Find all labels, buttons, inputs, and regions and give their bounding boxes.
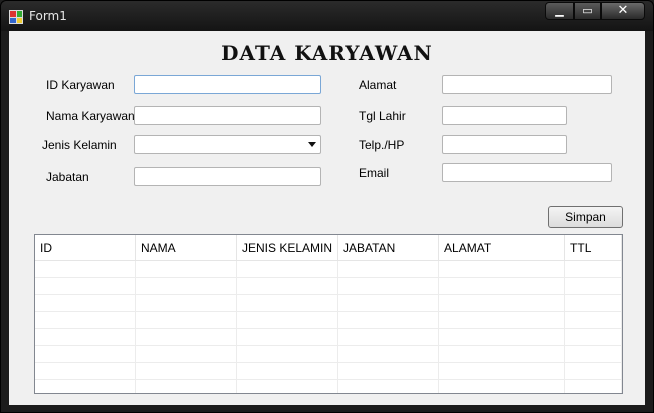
column-header-id[interactable]: ID xyxy=(35,235,136,261)
table-cell[interactable] xyxy=(564,328,622,346)
grid-header-row: ID NAMA JENIS KELAMIN JABATAN ALAMAT TTL xyxy=(35,235,622,261)
data-grid[interactable]: ID NAMA JENIS KELAMIN JABATAN ALAMAT TTL xyxy=(34,234,623,394)
minimize-button[interactable]: ▁ xyxy=(545,2,574,20)
close-button[interactable]: ✕ xyxy=(601,2,645,20)
simpan-button[interactable]: Simpan xyxy=(548,206,623,228)
table-cell[interactable] xyxy=(135,379,237,393)
table-cell[interactable] xyxy=(337,379,440,393)
table-row[interactable] xyxy=(35,345,622,363)
table-cell[interactable] xyxy=(135,328,237,346)
table-cell[interactable] xyxy=(236,345,339,363)
table-cell[interactable] xyxy=(236,311,339,329)
table-cell[interactable] xyxy=(35,345,136,363)
nama-karyawan-input[interactable] xyxy=(134,106,321,125)
table-cell[interactable] xyxy=(35,362,136,380)
table-row[interactable] xyxy=(35,362,622,380)
form1-window: Form1 ▁ ▭ ✕ DATA KARYAWAN ID Karyawan Na… xyxy=(0,0,654,413)
table-cell[interactable] xyxy=(337,277,440,295)
app-icon xyxy=(9,10,23,24)
window-title: Form1 xyxy=(29,9,67,23)
form-client-area: DATA KARYAWAN ID Karyawan Nama Karyawan … xyxy=(9,31,645,405)
table-cell[interactable] xyxy=(135,260,237,278)
table-cell[interactable] xyxy=(337,345,440,363)
table-cell[interactable] xyxy=(564,277,622,295)
email-input[interactable] xyxy=(442,163,612,182)
telp-label: Telp./HP xyxy=(359,138,405,152)
title-bar[interactable]: Form1 ▁ ▭ ✕ xyxy=(1,1,653,31)
table-cell[interactable] xyxy=(564,379,622,393)
table-cell[interactable] xyxy=(438,328,566,346)
alamat-input[interactable] xyxy=(442,75,612,94)
column-header-ttl[interactable]: TTL xyxy=(564,235,622,261)
jabatan-label: Jabatan xyxy=(46,170,89,184)
nama-karyawan-label: Nama Karyawan xyxy=(46,109,135,123)
page-title: DATA KARYAWAN xyxy=(221,41,433,65)
tgl-lahir-input[interactable] xyxy=(442,106,567,125)
table-cell[interactable] xyxy=(438,260,566,278)
table-cell[interactable] xyxy=(438,277,566,295)
alamat-label: Alamat xyxy=(359,78,397,92)
table-cell[interactable] xyxy=(135,277,237,295)
jenis-kelamin-label: Jenis Kelamin xyxy=(42,138,117,152)
table-cell[interactable] xyxy=(236,277,339,295)
column-header-jenis-kelamin[interactable]: JENIS KELAMIN xyxy=(236,235,339,261)
table-cell[interactable] xyxy=(564,311,622,329)
table-cell[interactable] xyxy=(35,328,136,346)
grid-body xyxy=(35,260,622,393)
table-cell[interactable] xyxy=(438,294,566,312)
table-cell[interactable] xyxy=(236,328,339,346)
column-header-jabatan[interactable]: JABATAN xyxy=(337,235,440,261)
table-cell[interactable] xyxy=(35,260,136,278)
table-row[interactable] xyxy=(35,260,622,278)
email-label: Email xyxy=(359,166,390,180)
chevron-down-icon[interactable] xyxy=(308,142,316,147)
jabatan-input[interactable] xyxy=(134,167,321,186)
table-row[interactable] xyxy=(35,328,622,346)
table-cell[interactable] xyxy=(564,362,622,380)
table-cell[interactable] xyxy=(337,362,440,380)
table-cell[interactable] xyxy=(564,345,622,363)
table-cell[interactable] xyxy=(35,294,136,312)
table-cell[interactable] xyxy=(564,294,622,312)
table-cell[interactable] xyxy=(337,328,440,346)
table-cell[interactable] xyxy=(337,260,440,278)
table-cell[interactable] xyxy=(337,294,440,312)
table-cell[interactable] xyxy=(438,345,566,363)
table-cell[interactable] xyxy=(135,294,237,312)
jenis-kelamin-dropdown[interactable] xyxy=(134,135,321,154)
table-cell[interactable] xyxy=(135,311,237,329)
id-karyawan-input[interactable] xyxy=(134,75,321,94)
table-row[interactable] xyxy=(35,311,622,329)
table-cell[interactable] xyxy=(35,311,136,329)
table-row[interactable] xyxy=(35,277,622,295)
table-cell[interactable] xyxy=(236,362,339,380)
table-cell[interactable] xyxy=(135,362,237,380)
id-karyawan-label: ID Karyawan xyxy=(46,78,115,92)
telp-input[interactable] xyxy=(442,135,567,154)
table-row[interactable] xyxy=(35,294,622,312)
table-cell[interactable] xyxy=(438,311,566,329)
table-cell[interactable] xyxy=(438,379,566,393)
table-row[interactable] xyxy=(35,379,622,393)
table-cell[interactable] xyxy=(236,379,339,393)
table-cell[interactable] xyxy=(35,379,136,393)
table-cell[interactable] xyxy=(135,345,237,363)
table-cell[interactable] xyxy=(236,260,339,278)
table-cell[interactable] xyxy=(337,311,440,329)
table-cell[interactable] xyxy=(35,277,136,295)
table-cell[interactable] xyxy=(236,294,339,312)
table-cell[interactable] xyxy=(564,260,622,278)
column-header-nama[interactable]: NAMA xyxy=(135,235,237,261)
maximize-button[interactable]: ▭ xyxy=(574,2,601,20)
tgl-lahir-label: Tgl Lahir xyxy=(359,109,406,123)
column-header-alamat[interactable]: ALAMAT xyxy=(438,235,566,261)
table-cell[interactable] xyxy=(438,362,566,380)
